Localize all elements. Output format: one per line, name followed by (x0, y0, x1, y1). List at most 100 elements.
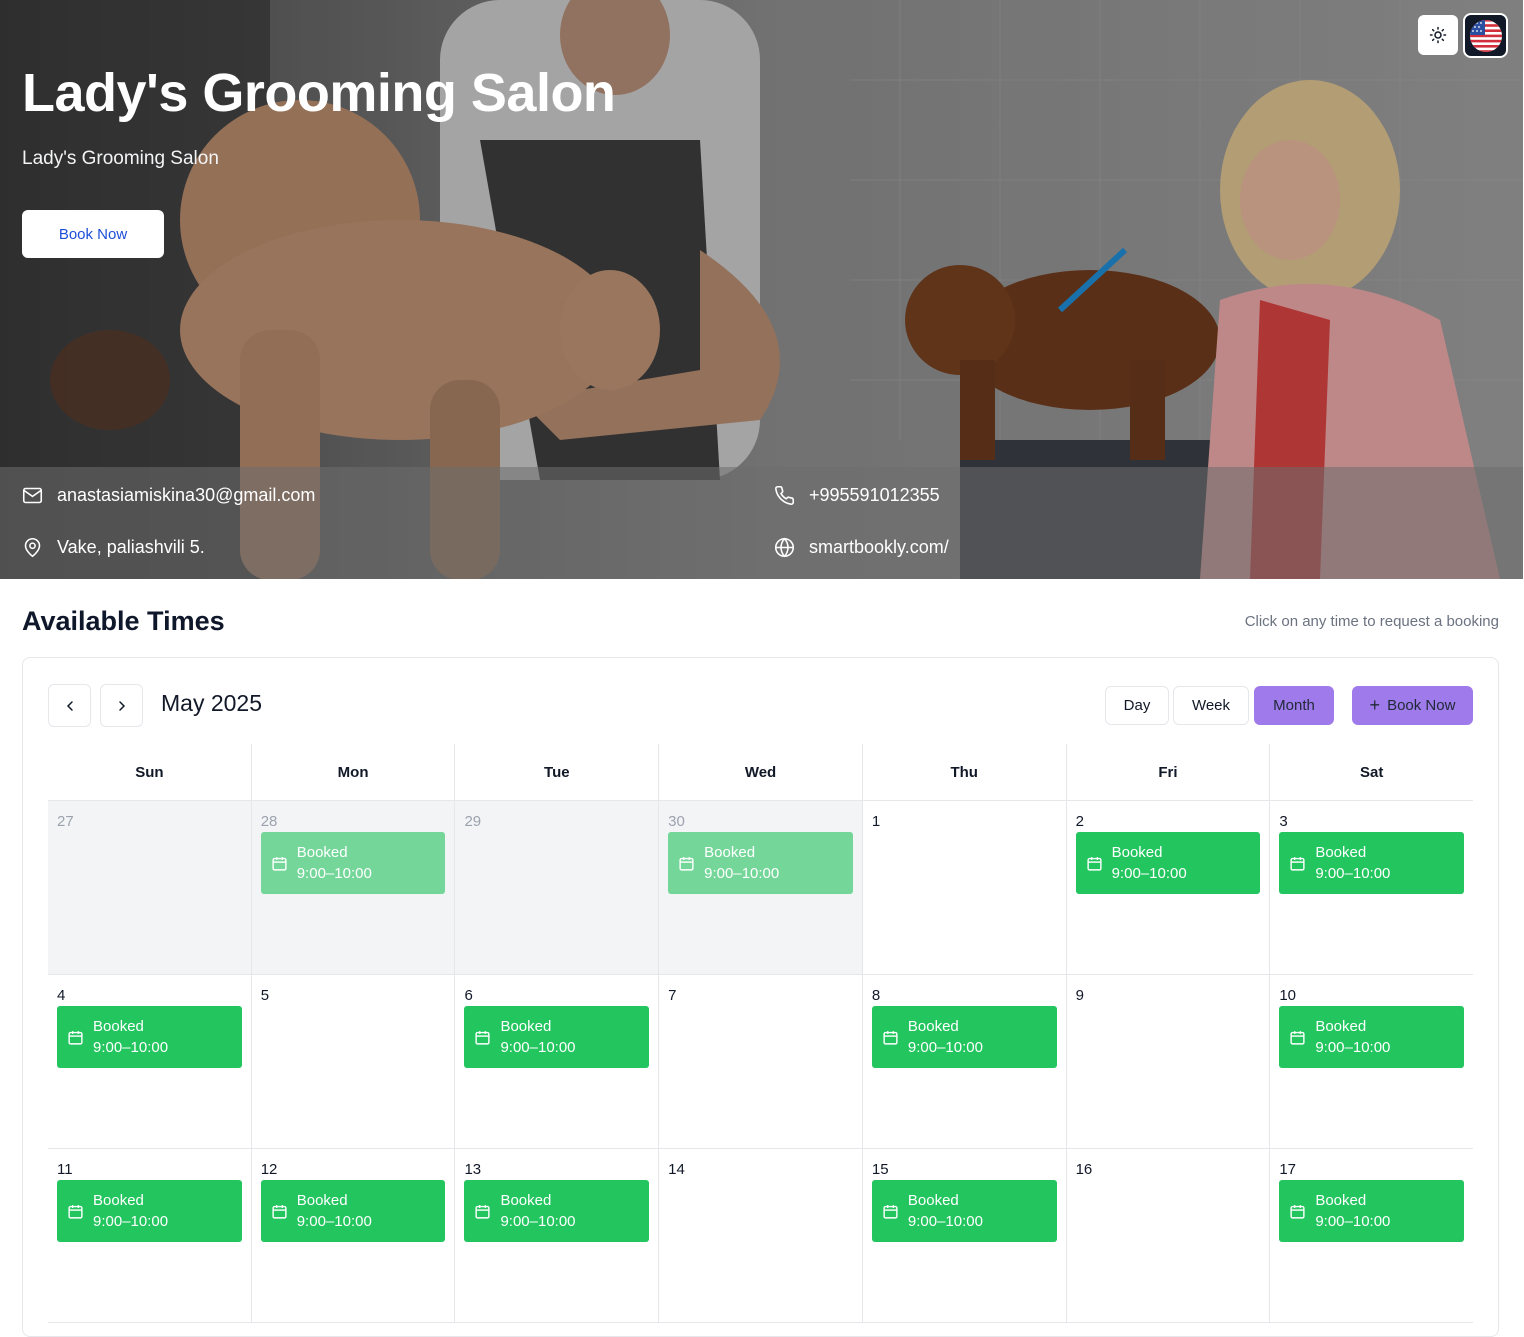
event-title: Booked (93, 1018, 144, 1035)
prev-month-button[interactable] (48, 684, 91, 727)
language-switcher-button[interactable] (1463, 13, 1508, 58)
event-text: Booked 9:00–10:00 (908, 1190, 983, 1232)
event-text: Booked 9:00–10:00 (1112, 842, 1187, 884)
contact-strip (0, 467, 1523, 579)
day-cell[interactable]: 16 (1065, 1149, 1270, 1322)
day-cell[interactable]: 29 (454, 801, 659, 974)
day-cell[interactable]: 12 Booked 9:00–10:00 (250, 1149, 455, 1322)
event-time: 9:00–10:00 (296, 1213, 372, 1230)
booked-event[interactable]: Booked 9:00–10:00 (260, 832, 446, 894)
weekday-header: Sun (135, 764, 164, 781)
event-title: Booked (296, 1192, 348, 1209)
day-cell[interactable]: 10 Booked 9:00–10:00 (1269, 975, 1473, 1148)
day-cell[interactable]: 2 Booked 9:00–10:00 (1065, 801, 1270, 974)
day-cell[interactable]: 1 (861, 801, 1066, 974)
event-title: Booked (1315, 844, 1367, 861)
event-time: 9:00–10:00 (704, 865, 780, 882)
plus-icon: + (1369, 695, 1381, 715)
view-week-button[interactable]: Week (1173, 686, 1249, 725)
day-cell[interactable]: 4 Booked 9:00–10:00 (48, 975, 251, 1148)
day-number: 7 (668, 987, 677, 1004)
booked-event[interactable]: Booked 9:00–10:00 (1279, 1180, 1465, 1242)
day-cell[interactable]: 30 Booked 9:00–10:00 (658, 801, 862, 974)
weekday-header: Wed (658, 744, 862, 800)
booked-event[interactable]: Booked 9:00–10:00 (57, 1180, 242, 1242)
day-cell[interactable]: 15 Booked 9:00–10:00 (861, 1149, 1066, 1322)
website-text: smartbookly.com/ (809, 537, 949, 557)
booked-event[interactable]: Booked 9:00–10:00 (871, 1180, 1057, 1242)
contact-address: Vake, paliashvili 5. (22, 537, 205, 558)
day-cell[interactable]: 3 Booked 9:00–10:00 (1269, 801, 1473, 974)
day-cell[interactable]: 5 (250, 975, 455, 1148)
day-cell[interactable]: 14 (658, 1149, 862, 1322)
day-cell[interactable]: 8 Booked 9:00–10:00 (861, 975, 1066, 1148)
day-cell[interactable]: 6 Booked 9:00–10:00 (454, 975, 658, 1148)
weekday-header: Mon (250, 744, 455, 800)
booked-event[interactable]: Booked 9:00–10:00 (260, 1180, 446, 1242)
phone-icon (775, 485, 795, 505)
booked-event[interactable]: Booked 9:00–10:00 (1279, 1006, 1465, 1068)
booked-event[interactable]: Booked 9:00–10:00 (871, 1006, 1057, 1068)
calendar-icon (475, 1030, 491, 1045)
calendar-icon (1290, 856, 1305, 871)
address-text: Vake, paliashvili 5. (57, 537, 205, 557)
event-text: Booked 9:00–10:00 (93, 1016, 168, 1058)
contact-phone[interactable]: +995591012355 (774, 485, 940, 506)
event-text: Booked 9:00–10:00 (93, 1190, 168, 1232)
week-rows: 27 28 Booked 9:00–10:00 29 30 Booked 9:00–10:00… (48, 801, 1473, 1323)
view-month-button[interactable]: Month (1254, 686, 1334, 725)
phone-text: +995591012355 (809, 485, 940, 505)
sun-icon (1429, 26, 1447, 44)
day-cell[interactable]: 11 Booked 9:00–10:00 (48, 1149, 251, 1322)
day-cell[interactable]: 28 Booked 9:00–10:00 (250, 801, 455, 974)
event-time: 9:00–10:00 (500, 1213, 576, 1230)
contact-website[interactable]: smartbookly.com/ (774, 537, 949, 558)
hero-book-now-button[interactable]: Book Now (22, 210, 164, 258)
event-time: 9:00–10:00 (907, 1039, 983, 1056)
week-row: 4 Booked 9:00–10:00 5 6 Booked 9:00–10:00 7 8 Boo… (48, 975, 1473, 1149)
calendar-icon (272, 856, 287, 871)
event-title: Booked (500, 1192, 552, 1209)
contact-email[interactable]: anastasiamiskina30@gmail.com (22, 485, 315, 506)
calendar-icon (475, 1204, 491, 1219)
event-time: 9:00–10:00 (500, 1039, 576, 1056)
booked-event[interactable]: Booked 9:00–10:00 (1279, 832, 1465, 894)
calendar-icon (1087, 856, 1102, 871)
day-cell[interactable]: 27 (48, 801, 251, 974)
event-title: Booked (93, 1192, 144, 1209)
calendar-book-now-button[interactable]: + Book Now (1352, 686, 1473, 725)
day-cell[interactable]: 7 (658, 975, 862, 1148)
booked-event[interactable]: Booked 9:00–10:00 (464, 1180, 650, 1242)
week-row: 11 Booked 9:00–10:00 12 Booked 9:00–10:00 13 Bo… (48, 1149, 1473, 1323)
day-number: 28 (260, 813, 278, 830)
next-month-button[interactable] (100, 684, 143, 727)
day-number: 9 (1075, 987, 1084, 1004)
event-text: Booked 9:00–10:00 (297, 842, 372, 884)
event-title: Booked (296, 844, 348, 861)
booked-event[interactable]: Booked 9:00–10:00 (464, 1006, 650, 1068)
day-number: 2 (1075, 813, 1084, 830)
event-time: 9:00–10:00 (93, 1213, 169, 1230)
booked-event[interactable]: Booked 9:00–10:00 (668, 832, 853, 894)
event-time: 9:00–10:00 (93, 1039, 169, 1056)
day-number: 14 (668, 1161, 685, 1178)
day-cell[interactable]: 9 (1065, 975, 1270, 1148)
weekday-header-row: Sun Mon Tue Wed Thu Fri Sat (48, 744, 1473, 801)
mail-icon (22, 487, 43, 504)
event-title: Booked (500, 1018, 552, 1035)
event-title: Booked (907, 1192, 959, 1209)
booked-event[interactable]: Booked 9:00–10:00 (1075, 832, 1261, 894)
day-number: 29 (464, 813, 482, 830)
calendar-book-now-label: Book Now (1387, 697, 1456, 714)
booked-event[interactable]: Booked 9:00–10:00 (57, 1006, 242, 1068)
calendar-icon (883, 1204, 898, 1219)
day-cell[interactable]: 13 Booked 9:00–10:00 (454, 1149, 658, 1322)
calendar-icon (68, 1030, 83, 1045)
event-title: Booked (1111, 844, 1163, 861)
day-cell[interactable]: 17 Booked 9:00–10:00 (1269, 1149, 1473, 1322)
salon-subtitle: Lady's Grooming Salon (22, 148, 219, 169)
theme-toggle-button[interactable] (1418, 15, 1458, 55)
view-day-button[interactable]: Day (1105, 686, 1169, 725)
calendar-icon (1290, 1030, 1305, 1045)
day-number: 15 (871, 1161, 889, 1178)
